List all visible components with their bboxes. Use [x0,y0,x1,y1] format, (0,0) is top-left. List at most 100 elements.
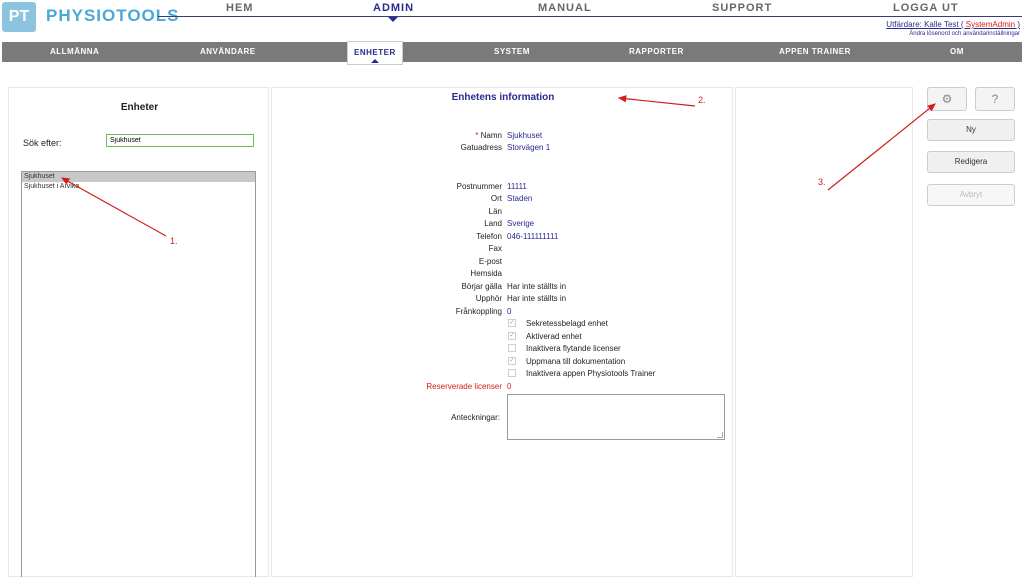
tab-allmanna[interactable]: ALLMÄNNA [50,42,99,62]
edit-button[interactable]: Redigera [927,151,1015,173]
field-row: Upphör Har inte ställts in [272,293,734,305]
tab-system[interactable]: SYSTEM [494,42,530,62]
tab-enheter[interactable]: ENHETER [347,41,403,65]
field-label: E-post [478,257,502,266]
reserved-label: Reserverade licenser [426,382,502,391]
field-value: Har inte ställts in [507,294,567,303]
help-icon: ? [991,92,999,106]
issuer-link[interactable]: Utfärdare: Kalle Test ( SystemAdmin ) [886,20,1020,29]
right-panel [735,87,913,577]
resize-handle-icon [717,432,723,438]
cancel-button[interactable]: Avbryt [927,184,1015,206]
field-label: Ort [490,194,502,203]
annotation-3: 3. [818,177,826,187]
tab-active-icon [370,59,379,63]
units-title: Enheter [120,102,159,113]
units-panel: Enheter Sök efter: Sjukhuset Sjukhuset i… [8,87,269,577]
field-value: 11111 [507,182,527,191]
nav-admin[interactable]: ADMIN [369,2,419,14]
logo-icon: PT [2,2,36,32]
field-row: * Namn Sjukhuset [272,130,734,142]
field-row: Frånkoppling 0 [272,306,734,318]
annotation-1: 1. [170,236,178,246]
checkbox-label: Aktiverad enhet [526,332,582,341]
search-label: Sök efter: [23,138,62,148]
field-label: Upphör [475,294,502,303]
issuer-prefix: Utfärdare: Kalle Test ( [886,20,966,29]
field-label: Hemsida [470,269,502,278]
issuer-role: SystemAdmin [965,20,1016,29]
field-row: Gatuadress Storvägen 1 [272,142,734,154]
field-label: Frånkoppling [455,307,502,316]
new-button[interactable]: Ny [927,119,1015,141]
field-row: Börjar gälla Har inte ställts in [272,281,734,293]
help-button[interactable]: ? [975,87,1015,111]
field-value: Har inte ställts in [507,282,567,291]
field-value: 0 [507,307,512,316]
field-label: Land [484,219,502,228]
checkbox-documentation: ✓ Uppmana till dokumentation [508,356,625,368]
nav-manual[interactable]: MANUAL [534,2,596,14]
unit-info-title: Enhetens information [451,92,555,103]
required-mark: * [475,131,479,140]
field-value: Sverige [507,219,535,228]
nav-logout[interactable]: LOGGA UT [889,2,963,14]
field-label: Gatuadress [460,143,502,152]
checkbox-label: Uppmana till dokumentation [526,357,626,366]
checkbox-label: Inaktivera flytande licenser [526,344,621,353]
field-label: Börjar gälla [461,282,502,291]
field-row: Land Sverige [272,218,734,230]
field-row: Ort Staden [272,193,734,205]
header-line [158,16,1022,17]
notes-label: Anteckningar: [451,413,500,422]
field-label: Telefon [476,232,502,241]
field-label-text: Namn [480,131,502,140]
field-value: Staden [507,194,533,203]
unit-info-panel: Enhetens information * Namn Sjukhuset Gat… [271,87,733,577]
field-row: Telefon 046-111111111 [272,231,734,243]
list-item[interactable]: Sjukhuset i Arvika [22,182,255,192]
gear-icon: ⚙ [941,92,953,106]
change-password-link[interactable]: Ändra lösenord och användarinställningar [909,31,1020,37]
field-row: Postnummer 11111 [272,181,734,193]
unit-list[interactable]: Sjukhuset Sjukhuset i Arvika [21,171,256,577]
notes-textarea [507,394,725,440]
field-value: Sjukhuset [507,131,543,140]
field-label: Postnummer [456,182,502,191]
field-row: E-post [272,256,734,268]
tab-appen-trainer[interactable]: APPEN TRAINER [779,42,851,62]
field-value: Storvägen 1 [507,143,551,152]
checkbox-trainer: Inaktivera appen Physiotools Trainer [508,368,655,380]
checkbox-label: Inaktivera appen Physiotools Trainer [526,369,656,378]
tab-om[interactable]: OM [950,42,964,62]
tab-bar: ALLMÄNNA ANVÄNDARE ENHETER SYSTEM RAPPOR… [2,41,1022,65]
nav-support[interactable]: SUPPORT [708,2,777,14]
checkbox-label: Sekretessbelagd enhet [526,319,608,328]
field-label: * Namn [475,130,502,142]
search-input[interactable] [106,134,254,147]
nav-hem[interactable]: HEM [222,2,258,14]
field-label: Fax [488,244,502,253]
checkbox [508,368,516,377]
checkbox-active: ✓ Aktiverad enhet [508,331,582,343]
checkbox: ✓ [508,331,516,340]
checkbox-floating: Inaktivera flytande licenser [508,343,621,355]
field-label: Län [488,207,502,216]
settings-button[interactable]: ⚙ [927,87,967,111]
checkbox-secret: ✓ Sekretessbelagd enhet [508,318,608,330]
field-row: Län [272,206,734,218]
tab-rapporter[interactable]: RAPPORTER [629,42,684,62]
checkbox: ✓ [508,356,516,365]
header: PT PHYSIOTOOLS HEM ADMIN MANUAL SUPPORT … [0,0,1024,40]
reserved-row: Reserverade licenser 0 [272,381,734,393]
active-indicator-icon [388,17,398,22]
annotation-2: 2. [698,95,706,105]
tab-enheter-label: ENHETER [354,48,396,57]
field-row: Fax [272,243,734,255]
checkbox: ✓ [508,318,516,327]
issuer-suffix: ) [1015,20,1020,29]
tab-anvandare[interactable]: ANVÄNDARE [200,42,256,62]
reserved-value: 0 [507,382,512,391]
checkbox [508,343,516,352]
list-item[interactable]: Sjukhuset [22,172,255,182]
